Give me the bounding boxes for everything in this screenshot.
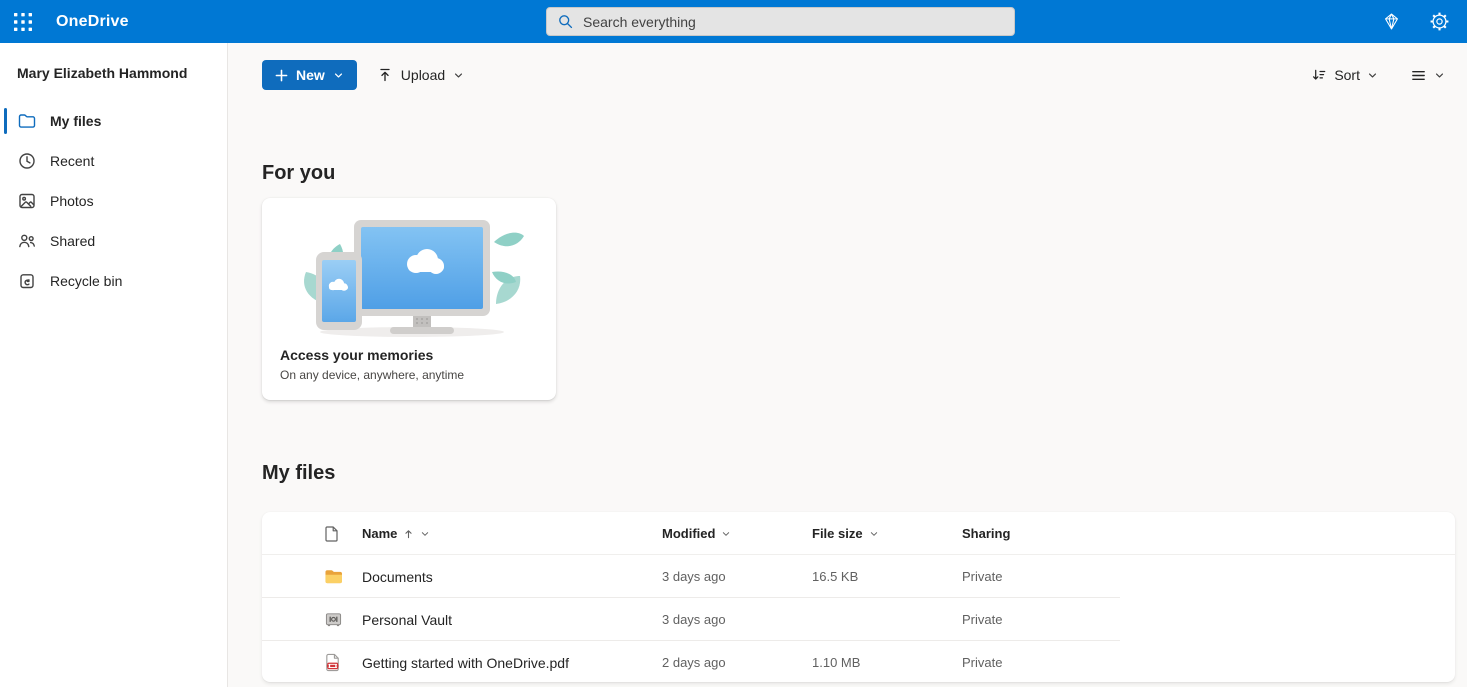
sidebar-nav: My files Recent Photos: [0, 101, 227, 301]
vault-icon: [324, 611, 343, 628]
sort-button-label: Sort: [1334, 67, 1360, 83]
file-row-documents[interactable]: Documents 3 days ago 16.5 KB Private: [262, 555, 1455, 598]
command-bar: New Upload: [262, 60, 1455, 90]
sidebar-item-label: My files: [50, 113, 101, 129]
sort-asc-arrow-icon: [403, 528, 414, 540]
doc-header-icon: [324, 525, 340, 543]
for-you-heading: For you: [262, 160, 1455, 186]
search-icon: [557, 13, 574, 30]
file-name: Documents: [362, 569, 662, 585]
column-label: Modified: [662, 526, 715, 541]
sidebar-item-my-files[interactable]: My files: [0, 101, 227, 141]
sidebar: Mary Elizabeth Hammond My files Recent: [0, 43, 228, 687]
sidebar-item-recent[interactable]: Recent: [0, 141, 227, 181]
sidebar-item-label: Recent: [50, 153, 94, 169]
file-sharing: Private: [962, 612, 1455, 627]
chevron-down-icon: [1434, 70, 1445, 81]
file-list-panel: Name Modified File size: [262, 512, 1455, 682]
user-name: Mary Elizabeth Hammond: [0, 65, 227, 81]
folder-file-icon: [324, 568, 343, 585]
file-row-getting-started-pdf[interactable]: Getting started with OneDrive.pdf 2 days…: [262, 641, 1455, 682]
sidebar-item-recycle-bin[interactable]: Recycle bin: [0, 261, 227, 301]
new-button[interactable]: New: [262, 60, 357, 90]
sidebar-item-label: Shared: [50, 233, 95, 249]
file-row-personal-vault[interactable]: Personal Vault 3 days ago Private: [262, 598, 1455, 641]
list-view-icon: [1410, 67, 1427, 84]
chevron-down-icon: [453, 70, 464, 81]
column-label: File size: [812, 526, 863, 541]
clock-icon: [17, 151, 37, 171]
folder-icon: [17, 111, 37, 131]
column-header-name[interactable]: Name: [362, 526, 662, 541]
memories-card-subtitle: On any device, anywhere, anytime: [280, 368, 538, 382]
recycle-bin-icon: [17, 271, 37, 291]
chevron-down-icon: [869, 529, 879, 539]
file-list-header: Name Modified File size: [262, 512, 1455, 555]
chevron-down-icon: [333, 70, 344, 81]
settings-button[interactable]: [1423, 6, 1455, 38]
file-size: 16.5 KB: [812, 569, 962, 584]
app-title[interactable]: OneDrive: [56, 13, 129, 31]
memories-card[interactable]: Access your memories On any device, anyw…: [262, 198, 556, 400]
file-name: Getting started with OneDrive.pdf: [362, 655, 662, 671]
file-sharing: Private: [962, 655, 1455, 670]
main-content: New Upload: [228, 43, 1467, 687]
file-modified: 3 days ago: [662, 569, 812, 584]
people-icon: [17, 231, 37, 251]
column-label: Sharing: [962, 526, 1010, 541]
chevron-down-icon: [420, 529, 430, 539]
file-sharing: Private: [962, 569, 1455, 584]
upload-button[interactable]: Upload: [367, 60, 474, 90]
upload-icon: [377, 67, 393, 83]
sidebar-item-label: Recycle bin: [50, 273, 122, 289]
new-button-label: New: [296, 67, 325, 83]
upload-button-label: Upload: [401, 67, 445, 83]
chevron-down-icon: [1367, 70, 1378, 81]
view-options-button[interactable]: [1400, 60, 1455, 90]
sidebar-item-photos[interactable]: Photos: [0, 181, 227, 221]
pdf-file-icon: [324, 653, 342, 672]
chevron-down-icon: [721, 529, 731, 539]
app-launcher-icon: [12, 11, 34, 33]
column-header-sharing[interactable]: Sharing: [962, 526, 1455, 541]
memories-card-title: Access your memories: [280, 347, 538, 363]
column-header-modified[interactable]: Modified: [662, 526, 812, 541]
topbar: OneDrive: [0, 0, 1467, 43]
column-header-file-size[interactable]: File size: [812, 526, 962, 541]
premium-button[interactable]: [1375, 6, 1407, 38]
my-files-heading: My files: [262, 460, 1455, 486]
sort-button[interactable]: Sort: [1301, 60, 1388, 90]
sidebar-item-shared[interactable]: Shared: [0, 221, 227, 261]
search-box[interactable]: [546, 7, 1015, 36]
file-name: Personal Vault: [362, 612, 662, 628]
sort-icon: [1311, 67, 1327, 83]
file-modified: 3 days ago: [662, 612, 812, 627]
column-label: Name: [362, 526, 397, 541]
image-icon: [17, 191, 37, 211]
sidebar-item-label: Photos: [50, 193, 94, 209]
search-input[interactable]: [583, 14, 1004, 30]
app-launcher-button[interactable]: [0, 0, 46, 43]
devices-illustration: [280, 208, 538, 338]
plus-icon: [275, 69, 288, 82]
file-modified: 2 days ago: [662, 655, 812, 670]
premium-icon: [1381, 11, 1402, 32]
file-size: 1.10 MB: [812, 655, 962, 670]
settings-icon: [1429, 11, 1450, 32]
